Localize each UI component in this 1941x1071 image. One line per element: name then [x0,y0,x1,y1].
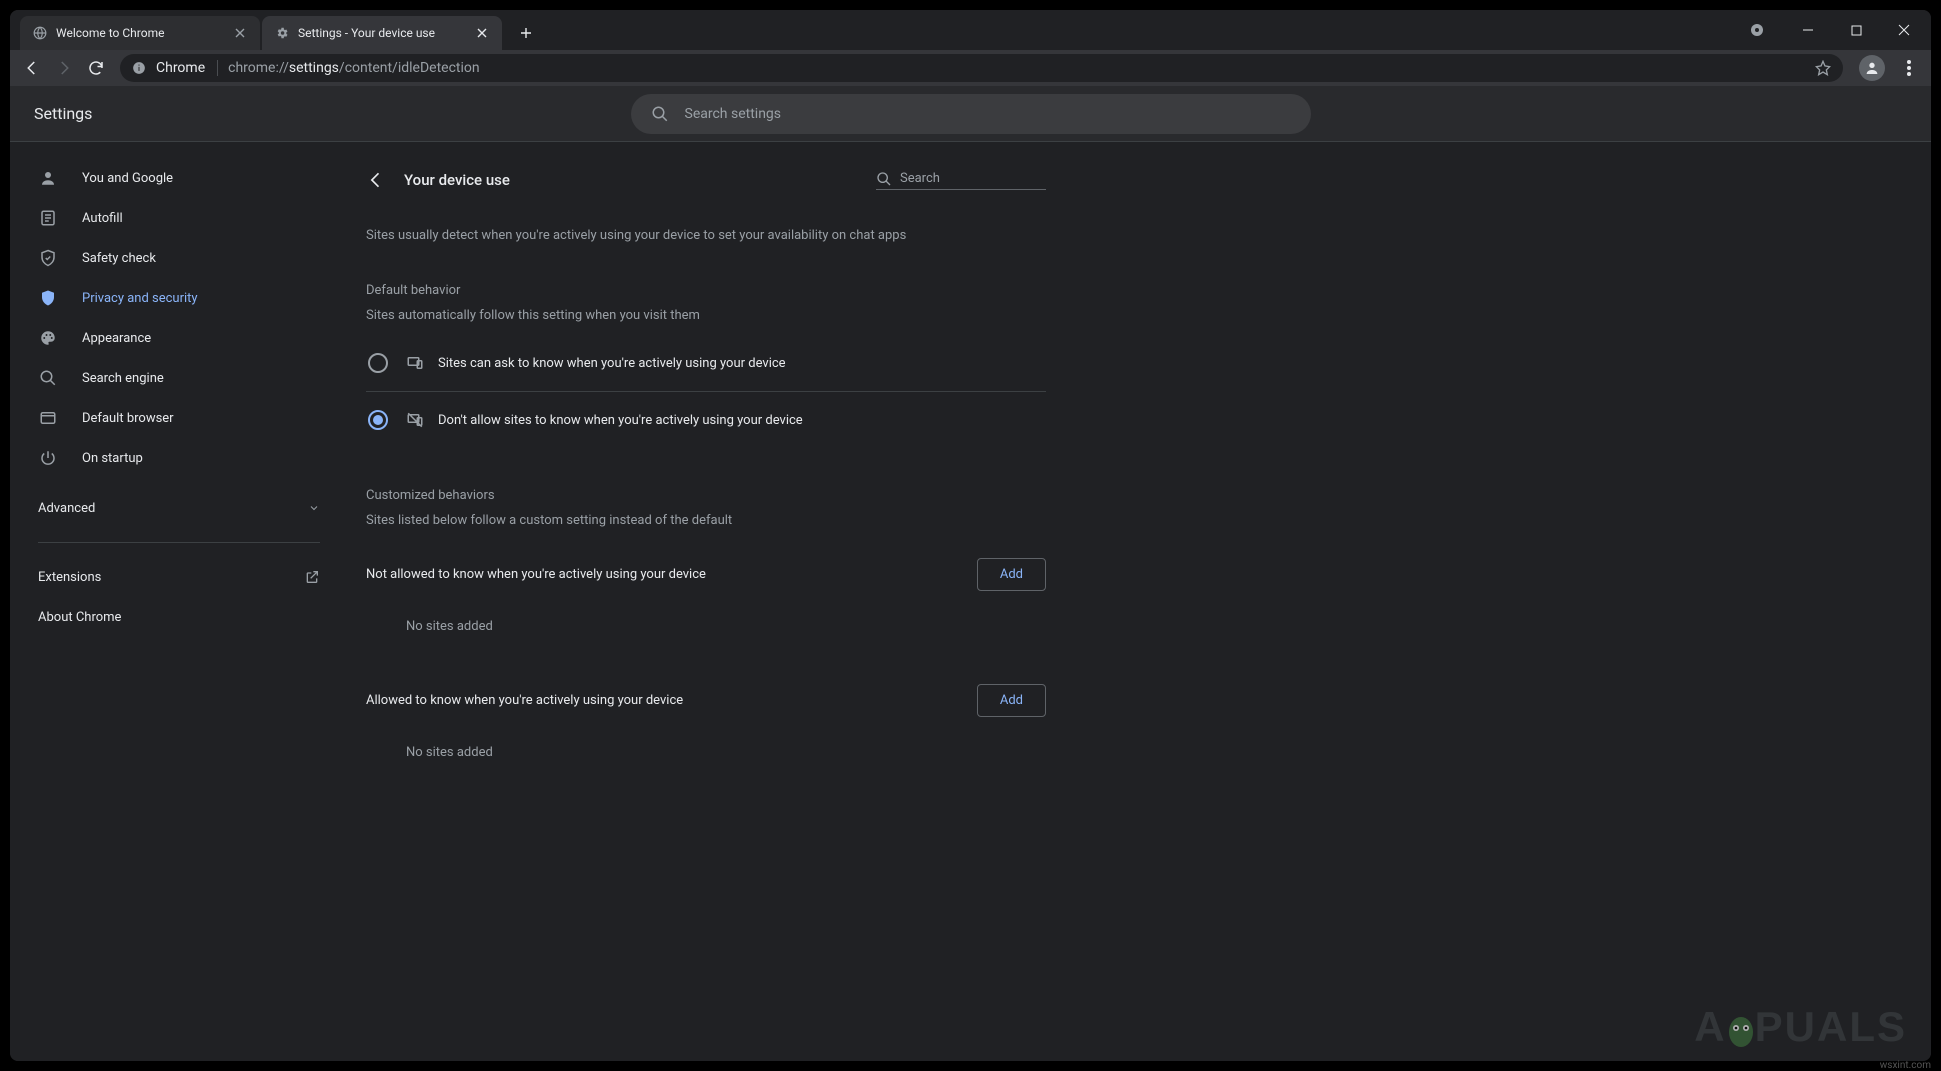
default-behavior-subtitle: Sites automatically follow this setting … [366,308,1046,323]
sidebar-extensions[interactable]: Extensions [18,557,340,597]
customized-behaviors-title: Customized behaviors [366,488,1046,503]
customized-behaviors-subtitle: Sites listed below follow a custom setti… [366,513,1046,528]
tab-settings[interactable]: Settings - Your device use [262,16,502,50]
settings-search[interactable] [631,94,1311,134]
settings-search-input[interactable] [685,106,1291,122]
corner-credit: wsxint.com [1880,1060,1931,1071]
external-link-icon [304,569,320,585]
sidebar-item-search-engine[interactable]: Search engine [18,358,332,398]
not-allowed-label: Not allowed to know when you're actively… [366,567,706,582]
extension-icon[interactable] [1743,16,1771,44]
add-not-allowed-button[interactable]: Add [977,558,1046,591]
add-allowed-button[interactable]: Add [977,684,1046,717]
panel-search[interactable] [876,171,1046,190]
radio-allow-row[interactable]: Sites can ask to know when you're active… [366,335,1046,392]
browser-menu-button[interactable] [1895,54,1923,82]
panel-search-input[interactable] [900,171,1066,186]
browser-icon [38,409,58,427]
site-info-icon[interactable] [132,61,146,75]
device-blocked-icon [406,411,424,429]
person-icon [38,169,58,187]
sidebar-advanced[interactable]: Advanced [18,488,340,528]
watermark: APUALS [1694,1003,1907,1051]
browser-toolbar: Chrome chrome://settings/content/idleDet… [10,50,1931,86]
address-bar[interactable]: Chrome chrome://settings/content/idleDet… [120,54,1843,82]
settings-title: Settings [34,104,92,123]
url-text: chrome://settings/content/idleDetection [228,60,1805,76]
panel-description: Sites usually detect when you're activel… [366,228,1046,243]
sidebar-item-you-and-google[interactable]: You and Google [18,158,332,198]
watermark-logo-icon [1721,1010,1761,1050]
search-icon [876,171,892,187]
globe-icon [32,25,48,41]
device-icon [406,354,424,372]
back-button[interactable] [18,54,46,82]
sidebar-item-autofill[interactable]: Autofill [18,198,332,238]
default-behavior-title: Default behavior [366,283,1046,298]
radio-block-row[interactable]: Don't allow sites to know when you're ac… [366,392,1046,448]
panel-title: Your device use [404,171,510,189]
close-window-button[interactable] [1881,15,1927,45]
chevron-down-icon [308,502,320,514]
reload-button[interactable] [82,54,110,82]
tab-title: Settings - Your device use [298,26,466,40]
allowed-empty: No sites added [366,745,1046,760]
profile-avatar[interactable] [1859,55,1885,81]
sidebar-item-safety-check[interactable]: Safety check [18,238,332,278]
url-chip: Chrome [156,60,218,76]
sidebar-about-chrome[interactable]: About Chrome [18,597,340,637]
close-icon[interactable] [474,25,490,41]
sidebar-item-default-browser[interactable]: Default browser [18,398,332,438]
radio-button-block[interactable] [368,410,388,430]
search-icon [651,105,669,123]
sidebar-item-privacy-security[interactable]: Privacy and security [18,278,332,318]
tab-strip: Welcome to Chrome Settings - Your device… [10,10,1931,50]
gear-icon [274,25,290,41]
search-icon [38,369,58,387]
divider [38,542,320,543]
bookmark-star-icon[interactable] [1815,60,1831,76]
palette-icon [38,329,58,347]
maximize-button[interactable] [1833,15,1879,45]
tab-title: Welcome to Chrome [56,26,224,40]
sidebar-item-on-startup[interactable]: On startup [18,438,332,478]
not-allowed-empty: No sites added [366,619,1046,634]
power-icon [38,449,58,467]
settings-panel: Your device use Sites usually detect whe… [366,162,1046,1061]
tab-welcome[interactable]: Welcome to Chrome [20,16,260,50]
settings-header: Settings [10,86,1931,142]
close-icon[interactable] [232,25,248,41]
shield-icon [38,289,58,307]
new-tab-button[interactable] [512,19,540,47]
autofill-icon [38,209,58,227]
settings-sidebar: You and Google Autofill Safety check Pri… [10,142,348,1061]
radio-button-allow[interactable] [368,353,388,373]
shield-check-icon [38,249,58,267]
minimize-button[interactable] [1785,15,1831,45]
sidebar-item-appearance[interactable]: Appearance [18,318,332,358]
forward-button[interactable] [50,54,78,82]
allowed-label: Allowed to know when you're actively usi… [366,693,683,708]
back-arrow-button[interactable] [366,170,386,190]
